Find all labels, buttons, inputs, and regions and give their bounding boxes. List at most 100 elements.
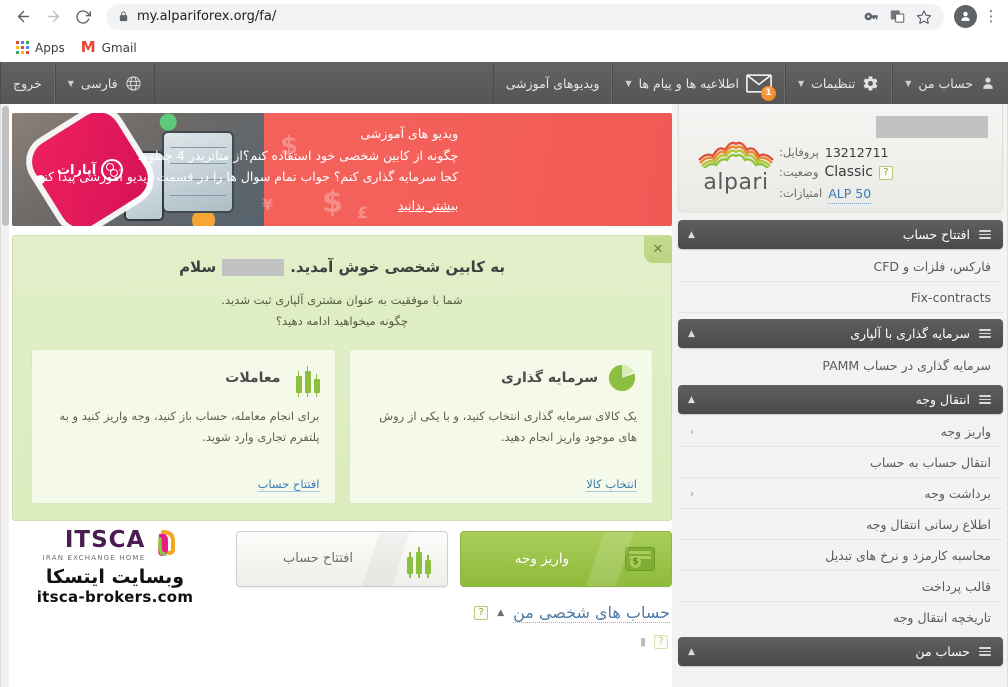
card-trading-head: معاملات <box>47 363 320 397</box>
translate-icon[interactable] <box>889 8 906 25</box>
card-investing-title: سرمایه گذاری <box>501 369 598 386</box>
sidebar-item-transfer-notification-label: اطلاع رسانی انتقال وجه <box>866 516 991 532</box>
triangle-up-icon[interactable]: ▲ <box>497 608 504 618</box>
sidebar-item-deposit-label: واریز وجه <box>940 423 991 439</box>
header-item-language-label: فارسی <box>80 75 118 91</box>
header-item-settings[interactable]: تنظیمات ▼ <box>784 62 893 104</box>
sidebar-item-forex-metals-cfd[interactable]: فارکس، فلزات و CFD <box>678 251 1003 282</box>
sidebar-item-account-transfer[interactable]: انتقال حساب به حساب <box>678 447 1003 478</box>
sidebar-item-transfer-notification[interactable]: اطلاع رسانی انتقال وجه <box>678 509 1003 540</box>
sidebar-item-withdraw[interactable]: برداشت وجه ‹ <box>678 478 1003 509</box>
star-icon[interactable] <box>915 8 932 25</box>
lock-icon <box>118 10 129 23</box>
header-item-language[interactable]: فارسی ▼ <box>54 62 154 104</box>
itsca-fa-label: وبسایت ایتسکا <box>45 566 185 588</box>
sidebar-group-transfers[interactable]: انتقال وجه ▲ <box>678 385 1003 414</box>
sidebar-group-open-account[interactable]: افتتاح حساب ▲ <box>678 220 1003 249</box>
chevron-left-icon: ‹ <box>690 486 695 500</box>
itsca-logo-icon <box>153 528 187 562</box>
browser-toolbar: my.alpariforex.org/fa/ ⋮ <box>0 0 1008 33</box>
page-scrollbar[interactable] <box>0 104 9 687</box>
welcome-subtext: شما با موفقیت به عنوان مشتری آلپاری ثبت … <box>31 290 653 333</box>
globe-icon <box>125 75 142 92</box>
promo-line-3: کجا سرمایه گذاری کنم؟ جواب تمام سوال ها … <box>34 169 459 184</box>
welcome-greeting-suffix: به کابین شخصی خوش آمدید. <box>290 258 505 276</box>
account-points-link[interactable]: ALP 50 <box>828 184 872 205</box>
reload-icon[interactable] <box>68 2 98 32</box>
key-icon[interactable] <box>863 8 880 25</box>
card-investing-head: سرمایه گذاری <box>365 363 638 393</box>
triangle-up-icon: ▲ <box>688 229 695 240</box>
sidebar-nav: افتتاح حساب ▲ فارکس، فلزات و CFD Fix-con… <box>672 212 1007 666</box>
sidebar-item-pamm-investing-label: سرمایه گذاری در حساب PAMM <box>822 358 991 373</box>
account-points-label: امتیازات: <box>779 186 823 201</box>
welcome-greeting-prefix: سلام <box>179 258 217 276</box>
hamburger-icon <box>979 645 991 658</box>
bookmarks-bar: Apps M Gmail <box>0 33 1008 62</box>
deposit-button[interactable]: $ واریز وجه <box>460 530 672 587</box>
question-mark-icon[interactable]: ? <box>654 634 668 649</box>
sidebar-group-my-account[interactable]: حساب من ▲ <box>678 637 1003 666</box>
close-icon[interactable]: ✕ <box>644 235 672 263</box>
profile-avatar-icon[interactable] <box>954 5 977 28</box>
promo-learn-more-link[interactable]: بیشتر بدانید <box>398 195 458 217</box>
sidebar-item-transfer-history[interactable]: تاریخچه انتقال وجه <box>678 602 1003 633</box>
card-trading-body: برای انجام معامله، حساب باز کنید، وجه وا… <box>59 408 320 444</box>
sidebar-item-fee-calculator-label: محاسبه کارمزد و نرخ های تبدیل <box>825 547 991 563</box>
alpari-wave-logo: alpari <box>693 114 779 195</box>
sidebar-item-payment-template[interactable]: قالب پرداخت <box>678 571 1003 602</box>
header-item-my-account[interactable]: حساب من ▼ <box>892 62 1008 104</box>
chevron-down-icon: ▼ <box>905 78 912 88</box>
gear-icon <box>862 75 879 92</box>
deposit-button-label: واریز وجه <box>514 550 570 567</box>
welcome-subtext-line-2: چگونه میخواهید ادامه دهید؟ <box>275 314 409 329</box>
back-arrow-icon[interactable] <box>8 2 38 32</box>
kebab-menu-icon[interactable]: ⋮ <box>982 9 1000 24</box>
sidebar-item-fee-calculator[interactable]: محاسبه کارمزد و نرخ های تبدیل <box>678 540 1003 571</box>
sidebar-group-my-account-label: حساب من <box>915 644 970 659</box>
itsca-watermark: ITSCA IRAN EXCHANGE HOME وبسایت ایتسکا i… <box>0 524 230 614</box>
welcome-subtext-line-1: شما با موفقیت به عنوان مشتری آلپاری ثبت … <box>221 293 463 307</box>
candlestick-chart-icon <box>290 363 320 397</box>
header-item-training-videos[interactable]: ویدیوهای آموزشی <box>492 62 613 104</box>
my-accounts-title[interactable]: حساب های شخصی من <box>513 603 670 623</box>
header-item-logout[interactable]: خروج <box>0 62 55 104</box>
promo-carousel-dot[interactable] <box>36 175 45 184</box>
sidebar-group-open-account-label: افتتاح حساب <box>902 227 970 242</box>
page-scrollbar-thumb[interactable] <box>2 106 9 226</box>
sidebar-item-deposit[interactable]: واریز وجه ‹ <box>678 416 1003 447</box>
alpari-brand-text: alpari <box>703 170 769 195</box>
itsca-tagline: IRAN EXCHANGE HOME <box>42 553 146 562</box>
open-account-button[interactable]: افتتاح حساب <box>236 530 448 587</box>
question-mark-icon[interactable]: ? <box>474 605 489 620</box>
sidebar-item-fix-contracts-label: Fix-contracts <box>910 289 991 305</box>
chevron-down-icon: ▼ <box>797 78 805 88</box>
bookmark-gmail[interactable]: M Gmail <box>75 37 143 58</box>
header-item-logout-label: خروج <box>13 75 42 91</box>
sidebar-group-investing[interactable]: سرمایه گذاری با آلپاری ▲ <box>678 319 1003 348</box>
bookmark-gmail-label: Gmail <box>101 40 137 55</box>
card-investing-body: یک کالای سرمایه گذاری انتخاب کنید، و با … <box>379 408 637 444</box>
sidebar-item-fix-contracts[interactable]: Fix-contracts <box>678 282 1003 313</box>
url-text: my.alpariforex.org/fa/ <box>137 9 277 24</box>
welcome-title: به کابین شخصی خوش آمدید. سلام <box>31 258 653 276</box>
question-mark-icon[interactable]: ? <box>878 166 893 181</box>
card-investing-link[interactable]: انتخاب کالا <box>586 477 637 492</box>
forward-arrow-icon[interactable] <box>38 2 68 32</box>
itsca-brand-text: ITSCA <box>64 526 146 553</box>
account-status-value: Classic <box>824 164 873 181</box>
bookmark-apps-label: Apps <box>35 40 65 55</box>
page-body: 13212711 پروفایل: ? Classic وضعیت: ALP 5… <box>0 104 1008 687</box>
bookmark-apps[interactable]: Apps <box>10 38 71 58</box>
welcome-panel: ✕ به کابین شخصی خوش آمدید. سلام شما با م… <box>12 235 672 521</box>
promo-banner[interactable]: آپارات $ $ ¥ £ ویدیو های آموزشی چگونه از… <box>12 113 672 226</box>
welcome-cards-row: سرمایه گذاری یک کالای سرمایه گذاری انتخا… <box>31 348 653 504</box>
address-bar[interactable]: my.alpariforex.org/fa/ <box>106 3 944 30</box>
account-status-label: وضعیت: <box>779 165 819 180</box>
card-trading-link[interactable]: افتتاح حساب <box>257 477 320 492</box>
account-summary-card: 13212711 پروفایل: ? Classic وضعیت: ALP 5… <box>678 104 1003 212</box>
sidebar-item-pamm-investing[interactable]: سرمایه گذاری در حساب PAMM <box>678 350 1003 381</box>
sidebar-item-withdraw-label: برداشت وجه <box>924 485 991 501</box>
header-item-settings-label: تنظیمات <box>811 75 856 91</box>
header-item-notifications[interactable]: 1 اطلاعیه ها و پیام ها ▼ <box>612 62 785 104</box>
